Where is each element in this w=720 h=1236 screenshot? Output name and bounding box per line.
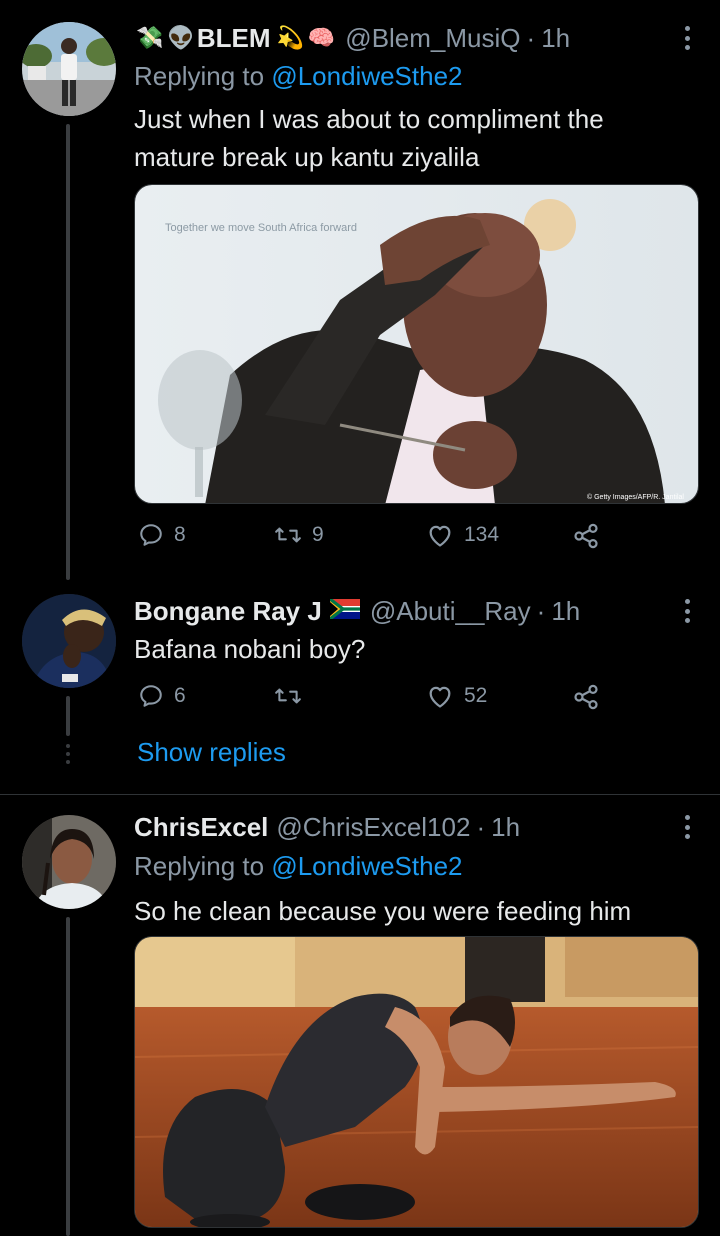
avatar[interactable] <box>22 815 116 909</box>
reply-button[interactable]: 6 <box>138 683 186 709</box>
tweet-actions: 8 9 134 <box>134 522 614 556</box>
heart-icon <box>429 686 451 708</box>
photo-credit: © Getty Images/AFP/R. Jantilal <box>587 493 684 501</box>
reply-icon <box>140 524 162 546</box>
more-options-icon[interactable] <box>682 596 692 626</box>
retweet-button[interactable]: 9 <box>274 522 324 548</box>
share-button[interactable] <box>572 683 600 711</box>
dot-separator: · <box>476 811 486 842</box>
like-button[interactable]: 134 <box>426 522 499 548</box>
more-options-icon[interactable] <box>682 812 692 842</box>
replying-to-label: Replying to <box>134 61 265 91</box>
tweet-text: So he clean because you were feeding him <box>134 896 632 926</box>
photo-man-hand-on-forehead-icon: Together we move South Africa forward © <box>135 185 698 503</box>
share-button[interactable] <box>572 522 600 550</box>
thread-dots <box>66 744 70 764</box>
south-africa-flag-icon <box>328 597 360 623</box>
dizzy-icon: 💫 <box>276 25 304 50</box>
dot-separator: · <box>526 22 536 53</box>
timestamp[interactable]: 1h <box>551 596 580 627</box>
handle[interactable]: @Abuti__Ray <box>370 596 531 627</box>
photo-woman-on-floor-icon <box>135 937 698 1227</box>
reply-icon <box>140 685 162 707</box>
reply-button[interactable]: 8 <box>138 522 186 548</box>
like-count: 52 <box>464 684 488 707</box>
display-name[interactable]: BLEM <box>197 23 271 54</box>
timestamp[interactable]: 1h <box>491 812 520 843</box>
retweet-icon <box>275 688 301 704</box>
tweet-image[interactable] <box>134 936 699 1228</box>
like-button[interactable]: 52 <box>426 683 487 709</box>
tweet-chrisexcel[interactable]: ChrisExcel @ChrisExcel102 · 1h Replying … <box>0 795 720 1236</box>
more-options-icon[interactable] <box>682 23 692 53</box>
like-count: 134 <box>464 523 500 546</box>
tweet-header: ChrisExcel @ChrisExcel102 · 1h <box>134 808 660 846</box>
retweet-icon <box>275 527 301 543</box>
tweet-text: Just when I was about to compliment the … <box>134 104 604 172</box>
show-replies-link[interactable]: Show replies <box>137 737 286 768</box>
tweet-actions: 6 52 <box>134 683 614 717</box>
display-name[interactable]: ChrisExcel <box>134 812 268 843</box>
alien-icon: 👽 <box>167 25 195 50</box>
brain-icon: 🧠 <box>307 25 336 50</box>
banner-text: Together we move South Africa forward <box>165 222 357 234</box>
handle[interactable]: @ChrisExcel102 <box>276 812 470 843</box>
retweet-button[interactable] <box>274 683 312 709</box>
avatar[interactable] <box>22 594 116 688</box>
tweet-header: Bongane Ray J @Abuti__Ray · 1h <box>134 592 660 630</box>
thread-line <box>66 917 70 1236</box>
replying-to-handle[interactable]: @LondiweSthe2 <box>271 851 462 881</box>
tweet-bongane[interactable]: Bongane Ray J @Abuti__Ray · 1h Bafana no… <box>0 580 720 793</box>
share-icon <box>574 684 598 710</box>
heart-icon <box>429 525 451 547</box>
display-name[interactable]: Bongane Ray J <box>134 596 322 627</box>
retweet-count: 9 <box>312 523 324 546</box>
tweet-image[interactable]: Together we move South Africa forward © <box>134 184 699 504</box>
avatar[interactable] <box>22 22 116 116</box>
tweet-blem[interactable]: 💸 👽 BLEM 💫 🧠 @Blem_MusiQ · 1h Replying t… <box>0 0 720 580</box>
replying-to-label: Replying to <box>134 851 265 881</box>
reply-count: 6 <box>174 684 186 707</box>
share-icon <box>574 523 598 549</box>
thread-line <box>66 124 70 580</box>
tweet-feed: 💸 👽 BLEM 💫 🧠 @Blem_MusiQ · 1h Replying t… <box>0 0 720 1236</box>
tweet-header: 💸 👽 BLEM 💫 🧠 @Blem_MusiQ · 1h <box>134 19 660 57</box>
replying-to-handle[interactable]: @LondiweSthe2 <box>271 61 462 91</box>
replying-to: Replying to @LondiweSthe2 <box>134 61 463 92</box>
dot-separator: · <box>536 595 546 626</box>
timestamp[interactable]: 1h <box>541 23 570 54</box>
reply-count: 8 <box>174 523 186 546</box>
thread-line <box>66 696 70 736</box>
money-wings-icon: 💸 <box>136 25 164 50</box>
tweet-text: Bafana nobani boy? <box>134 634 366 664</box>
handle[interactable]: @Blem_MusiQ <box>345 23 520 54</box>
replying-to: Replying to @LondiweSthe2 <box>134 851 463 882</box>
